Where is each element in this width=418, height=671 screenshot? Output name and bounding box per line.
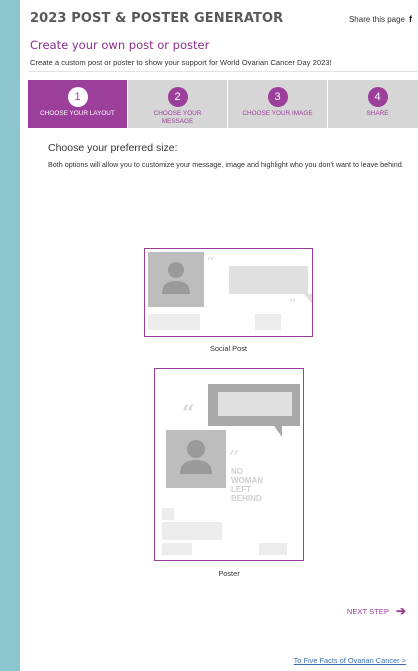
person-icon — [187, 440, 205, 458]
step-label: Choose your image — [242, 110, 313, 117]
step-2-tab[interactable]: 2 Choose your message — [128, 80, 228, 128]
step-4-tab[interactable]: 4 Share — [328, 80, 418, 128]
divider — [28, 71, 418, 72]
step-number-badge: 4 — [367, 87, 388, 107]
facebook-icon[interactable]: f — [409, 14, 412, 24]
header: 2023 POST & POSTER GENERATOR Share this … — [30, 11, 418, 27]
step-label: Choose your layout — [40, 110, 115, 117]
section-subtitle: Create your own post or poster — [30, 38, 210, 52]
poster-text-line-3: LEFT — [231, 485, 251, 494]
generator-page: 2023 POST & POSTER GENERATOR Share this … — [20, 0, 418, 671]
poster-option[interactable]: “ ” NO WOMAN LEFT BEHIND — [154, 368, 304, 561]
step-number-badge: 3 — [267, 87, 288, 107]
social-post-label: Social Post — [210, 344, 247, 353]
share-label: Share this page — [348, 14, 405, 24]
step-1-tab[interactable]: 1 Choose your layout — [28, 80, 128, 128]
step-3-tab[interactable]: 3 Choose your image — [228, 80, 328, 128]
quote-open-icon: “ — [182, 401, 195, 427]
poster-label: Poster — [218, 569, 240, 578]
arrow-right-icon: ➔ — [395, 604, 406, 618]
poster-text-line-1: NO — [231, 467, 243, 476]
person-icon — [168, 262, 184, 278]
page-title: 2023 POST & POSTER GENERATOR — [30, 11, 284, 26]
preferred-size-heading: Choose your preferred size: — [48, 142, 178, 154]
share-this-page-link[interactable]: Share this page f — [349, 14, 412, 24]
poster-text-line-4: BEHIND — [231, 494, 262, 503]
quote-open-icon: “ — [207, 255, 214, 270]
social-post-option[interactable]: “ ” — [144, 248, 313, 337]
step-number-badge: 1 — [67, 87, 88, 107]
quote-close-icon: ” — [289, 297, 296, 312]
five-facts-link[interactable]: To Five Facts of Ovarian Cancer > — [294, 656, 406, 665]
step-label: Share — [366, 110, 389, 117]
intro-text: Create a custom post or poster to show y… — [30, 58, 332, 67]
step-number-badge: 2 — [167, 87, 188, 107]
next-step-button[interactable]: NEXT STEP ➔ — [347, 604, 406, 618]
quote-close-icon: ” — [229, 447, 239, 468]
step-tabs: 1 Choose your layout 2 Choose your messa… — [28, 80, 418, 128]
poster-text-line-2: WOMAN — [231, 476, 263, 485]
next-step-label: NEXT STEP — [346, 606, 389, 616]
step-label: Choose your message — [153, 110, 202, 125]
preferred-size-description: Both options will allow you to customize… — [48, 160, 404, 169]
